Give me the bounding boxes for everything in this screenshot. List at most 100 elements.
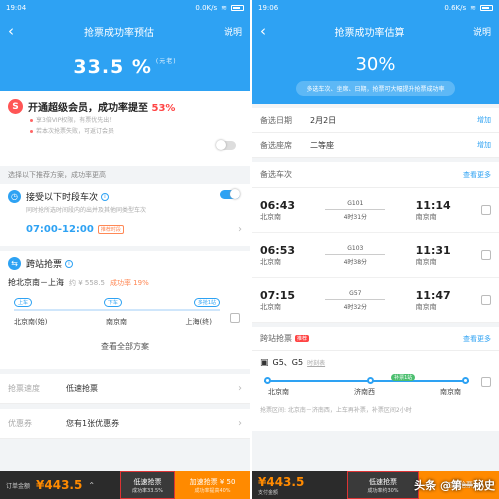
trains-header: 备选车次 查看更多 (252, 162, 499, 188)
chevron-right-icon[interactable]: › (238, 224, 242, 235)
info-icon[interactable]: i (65, 259, 74, 268)
add-date-link[interactable]: 增加 (477, 115, 491, 125)
vip-benefit: 享3倍VIP权限，有票优先出！ (30, 117, 242, 125)
page-title: 抢票成功率预估 (83, 27, 154, 39)
train-checkbox[interactable] (480, 205, 491, 215)
route-stations: 北京南 济南西 南京南 (268, 388, 461, 396)
help-link[interactable]: 说明 (473, 25, 491, 38)
battery-icon (480, 5, 493, 11)
order-price: ¥443.5 (36, 478, 83, 492)
network-speed: 0.0K/s (195, 4, 218, 12)
train-icon: ▣ (260, 357, 269, 368)
vip-benefit: 若本次抢票失败，可返订会员 (30, 128, 242, 136)
cross-label: 跨站抢票 (260, 334, 292, 343)
trains-label: 备选车次 (260, 170, 292, 179)
accept-toggle[interactable] (220, 189, 240, 199)
cross-checkbox[interactable] (230, 313, 240, 323)
tip-pill: 多选车次、坐席、日期，抢票可大幅提升抢票成功率 (296, 81, 455, 96)
date-value: 2月2日 (310, 115, 337, 125)
accept-title: 接受以下时段车次 (26, 193, 99, 203)
left-screen: 19:04 0.0K/s ≋ ‹ 抢票成功率预估 说明 33.5 % (元老) S … (0, 0, 250, 499)
speed-grab-button[interactable]: 加速抢票 ¥ 50 成功率提高40% (175, 471, 250, 499)
chevron-right-icon: › (238, 418, 242, 429)
cross-rate: 成功率 19% (109, 278, 149, 287)
clock-icon: ◷ (8, 190, 21, 203)
recommend-badge: 推荐 (295, 335, 310, 342)
view-all-plans[interactable]: 查看全部方案 (0, 341, 250, 352)
back-icon[interactable]: ‹ (260, 23, 266, 39)
vip-toggle[interactable] (216, 140, 236, 150)
back-icon[interactable]: ‹ (8, 23, 14, 39)
makeup-ticket-tag: 补票1站 (391, 374, 416, 381)
date-row[interactable]: 备选日期 2月2日 增加 (252, 108, 499, 133)
pay-label: 支付金额 (258, 489, 279, 496)
route-checkbox[interactable] (481, 377, 491, 387)
pay-price: ¥443.5 (258, 474, 305, 489)
add-seat-link[interactable]: 增加 (477, 140, 491, 150)
chevron-up-icon[interactable]: ⌃ (88, 481, 95, 490)
coupon-label: 优惠券 (8, 419, 32, 428)
train-row[interactable]: 06:43 北京南 G101 4时31分 11:14 南京南 (252, 188, 499, 233)
route-note: 抢票区间: 北京南－济南西，上车再补票，补票区间2小时 (260, 407, 412, 414)
route-bar: 上车 下车 多抢1站 (14, 298, 220, 311)
route-bar: 补票1站 (264, 374, 469, 384)
cross-title: 跨站抢票 (26, 260, 63, 270)
speed-value: 低速抢票 (66, 384, 98, 393)
route-stations: 北京南(始) 南京南 上海(终) (14, 318, 212, 326)
seat-label: 备选座席 (260, 140, 292, 150)
page-title: 抢票成功率估算 (334, 27, 405, 39)
slow-grab-button[interactable]: 低速抢票 成功率33.5% (120, 471, 175, 499)
cross-station-card: ⇆ 跨站抢票 i 抢北京南－上海 约 ¥ 558.5 成功率 19% 上车 下车… (0, 251, 250, 369)
vip-title: 开通超级会员，成功率提至 53% (28, 103, 176, 114)
info-icon[interactable]: i (101, 192, 110, 201)
chevron-right-icon: › (238, 383, 242, 394)
coupon-row[interactable]: 优惠券 您有1张优惠券 › (0, 409, 250, 439)
bottom-bar: 订单金额 ¥443.5 ⌃ 低速抢票 成功率33.5% 加速抢票 ¥ 50 成功率提… (0, 471, 250, 499)
train-row[interactable]: 06:53 北京南 G103 4时38分 11:31 南京南 (252, 233, 499, 278)
extra-station-tag: 多抢1站 (193, 298, 220, 307)
section-hint: 选择以下推荐方案，成功率更高 (8, 171, 106, 179)
network-speed: 0.6K/s (444, 4, 467, 12)
status-bar: 19:06 0.6K/s ≋ (252, 0, 499, 16)
time-range[interactable]: 07:00-12:00 (26, 224, 94, 235)
status-time: 19:06 (258, 4, 279, 12)
accept-subtitle: 同时抢所选时间段内的出并及其他同类型车次 (26, 207, 147, 214)
seat-value: 二等座 (310, 140, 334, 150)
right-screen: 19:06 0.6K/s ≋ ‹ 抢票成功率估算 说明 30% 多选车次、坐席、日… (252, 0, 499, 499)
seat-row[interactable]: 备选座席 二等座 增加 (252, 133, 499, 158)
title-bar: ‹ 抢票成功率估算 说明 (252, 16, 499, 46)
alight-tag: 下车 (103, 298, 122, 307)
recommended-badge: 推荐时段 (97, 225, 124, 234)
train-checkbox[interactable] (480, 250, 491, 260)
cross-station-icon: ⇆ (8, 257, 21, 270)
status-time: 19:04 (6, 4, 27, 12)
wifi-icon: ≋ (470, 4, 476, 12)
date-label: 备选日期 (260, 115, 292, 125)
board-tag: 上车 (14, 298, 33, 307)
vip-icon: S (8, 99, 23, 114)
wifi-icon: ≋ (221, 4, 227, 12)
cross-price: 约 ¥ 558.5 (69, 278, 105, 287)
battery-icon (231, 5, 244, 11)
speed-label: 抢票速度 (8, 384, 40, 393)
vip-card: S 开通超级会员，成功率提至 53% 享3倍VIP权限，有票优先出！ 若本次抢票… (0, 91, 250, 166)
success-rate-value: 30% (355, 54, 396, 75)
help-link[interactable]: 说明 (224, 25, 242, 38)
success-rate-hero: 33.5 % (元老) (0, 46, 250, 91)
success-rate-value: 33.5 % (元老) (73, 56, 177, 78)
timetable-link[interactable]: 时刻表 (307, 358, 325, 367)
speed-row[interactable]: 抢票速度 低速抢票 › (0, 374, 250, 404)
cross-more-link[interactable]: 查看更多 (463, 334, 491, 344)
order-amount-label: 订单金额 (6, 482, 31, 490)
status-bar: 19:04 0.0K/s ≋ (0, 0, 250, 16)
trains-more-link[interactable]: 查看更多 (463, 170, 491, 180)
train-row[interactable]: 07:15 北京南 G57 4时32分 11:47 南京南 (252, 278, 499, 323)
slow-grab-button[interactable]: 低速抢票 成功率约30% (347, 471, 419, 499)
train-checkbox[interactable] (480, 295, 491, 305)
watermark: 头条 @第一秘史 (414, 479, 495, 492)
route-trains: G5、G5 (272, 358, 304, 367)
cross-route-card: ▣ G5、G5 时刻表 补票1站 北京南 济南西 南京南 抢票区间: 北京南－济… (252, 351, 499, 431)
cross-header: 跨站抢票 推荐 查看更多 (252, 327, 499, 351)
coupon-value: 您有1张优惠券 (66, 419, 120, 428)
accept-timeslot-card: ◷ 接受以下时段车次 i 同时抢所选时间段内的出并及其他同类型车次 07:00-… (0, 184, 250, 246)
